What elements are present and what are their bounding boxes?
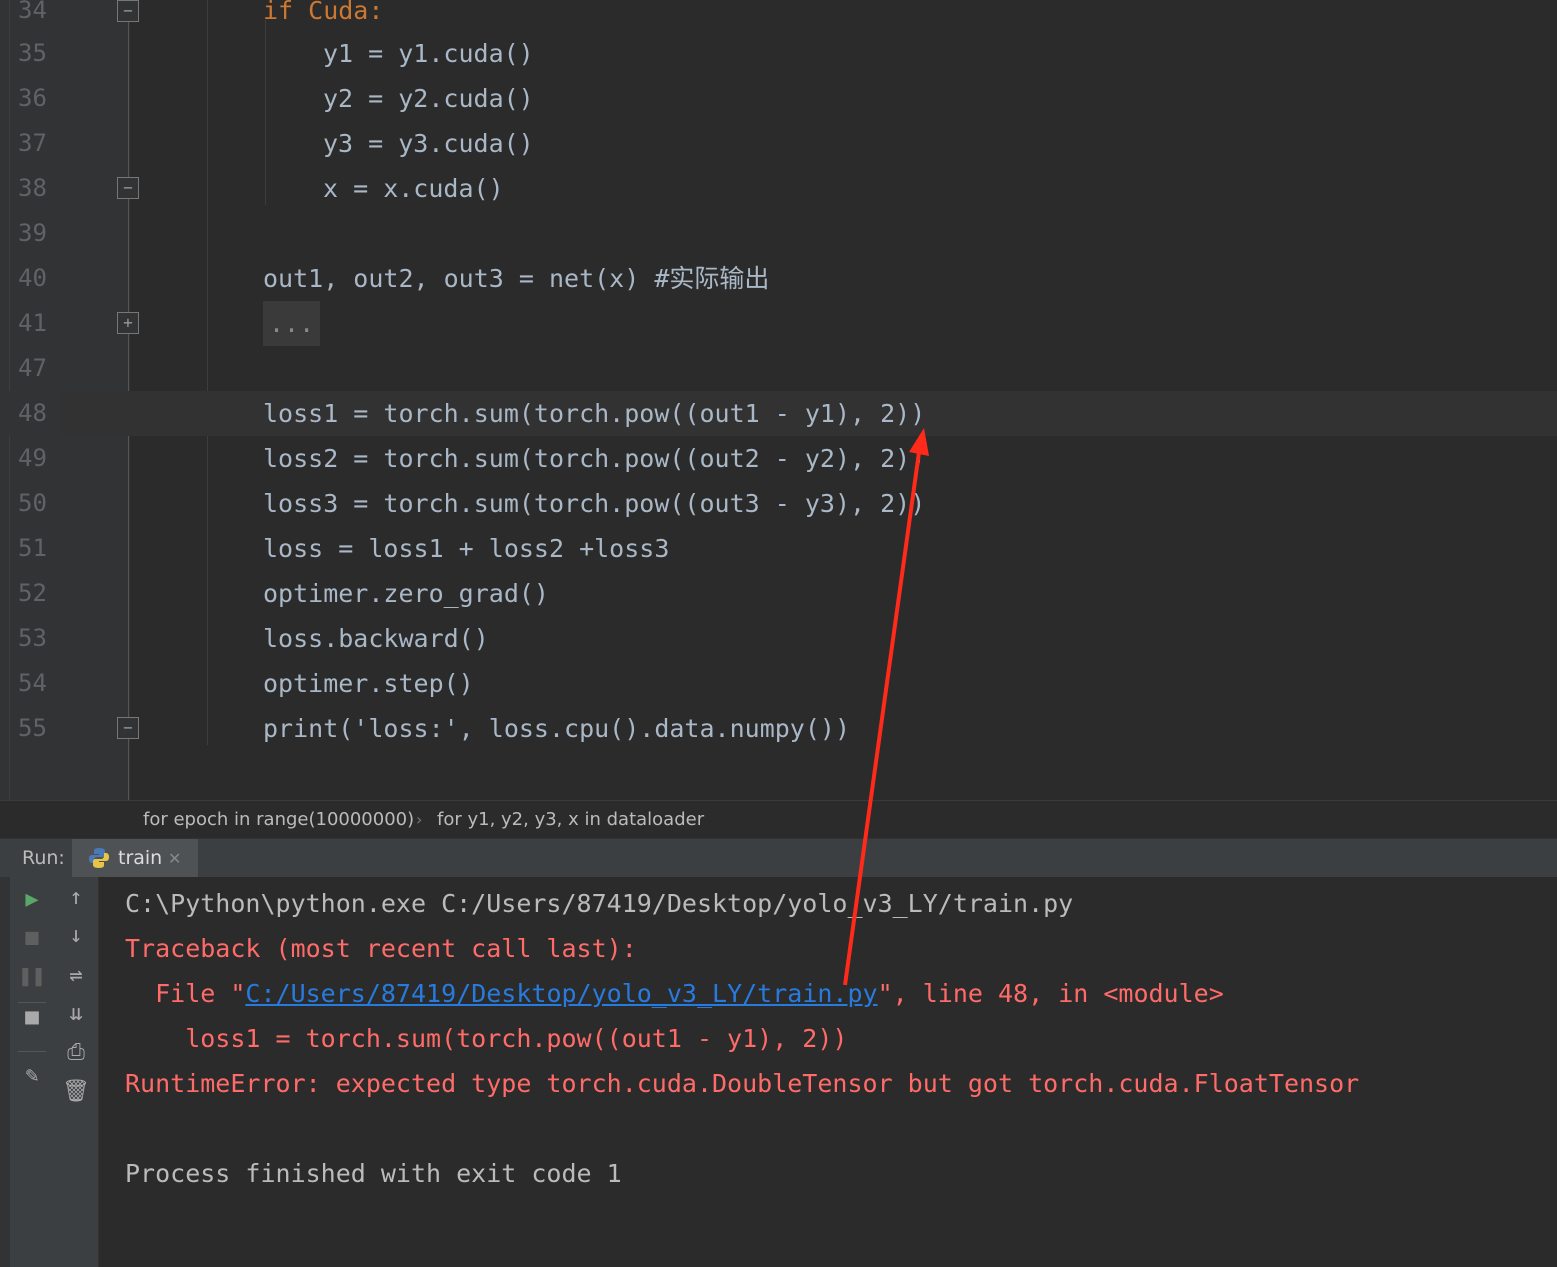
line-number: 51 <box>0 526 60 571</box>
console-traceback-header: Traceback (most recent call last): <box>125 926 637 971</box>
scroll-to-end-icon[interactable]: ⇊ <box>61 999 91 1029</box>
code-line-current[interactable]: 48 loss1 = torch.sum(torch.pow((out1 - y… <box>0 391 1557 436</box>
code-editor[interactable]: 34 − if Cuda: 35 y1 = y1.cuda() 36 y2 = … <box>0 0 1557 800</box>
code-line[interactable]: 47 <box>0 346 1557 391</box>
console-traceback-code: loss1 = torch.sum(torch.pow((out1 - y1),… <box>125 1016 847 1061</box>
python-icon <box>88 847 110 869</box>
code-text: optimer.zero_grad() <box>263 571 549 616</box>
line-number: 40 <box>0 256 60 301</box>
code-text: y3 = y3.cuda() <box>323 121 534 166</box>
breadcrumb-item-epoch-loop[interactable]: for epoch in range(10000000) <box>143 801 414 839</box>
line-number: 49 <box>0 436 60 481</box>
line-number: 54 <box>0 661 60 706</box>
close-icon[interactable]: ✕ <box>168 839 181 878</box>
code-text: loss.backward() <box>263 616 489 661</box>
traceback-file-suffix: ", line 48, in <module> <box>878 979 1224 1008</box>
folded-code-placeholder[interactable]: ... <box>263 301 320 346</box>
line-number: 37 <box>0 121 60 166</box>
code-line[interactable]: 39 <box>0 211 1557 256</box>
code-line[interactable]: 52 optimer.zero_grad() <box>0 571 1557 616</box>
code-line[interactable]: 35 y1 = y1.cuda() <box>0 31 1557 76</box>
line-number: 39 <box>0 211 60 256</box>
code-text: loss1 = torch.sum(torch.pow((out1 - y1),… <box>263 391 925 436</box>
run-toolbar-secondary: ↑ ↓ ⇌ ⇊ ⎙ 🗑 <box>54 877 99 1267</box>
run-tool-window-header: Run: train ✕ <box>0 838 1557 878</box>
code-line[interactable]: 34 − if Cuda: <box>0 0 1557 33</box>
fold-collapse-icon[interactable]: − <box>117 0 139 22</box>
line-number: 34 <box>0 0 60 33</box>
code-line[interactable]: 40 out1, out2, out3 = net(x) #实际输出 <box>0 256 1557 301</box>
code-line[interactable]: 37 y3 = y3.cuda() <box>0 121 1557 166</box>
console-process-finished: Process finished with exit code 1 <box>125 1151 622 1196</box>
traceback-file-prefix: File " <box>125 979 245 1008</box>
pause-icon[interactable]: ❚❚ <box>17 962 47 992</box>
code-text: loss2 = torch.sum(torch.pow((out2 - y2),… <box>263 436 925 481</box>
line-number: 52 <box>0 571 60 616</box>
code-line[interactable]: 50 loss3 = torch.sum(torch.pow((out3 - y… <box>0 481 1557 526</box>
code-line[interactable]: 55 − print('loss:', loss.cpu().data.nump… <box>0 706 1557 751</box>
line-number: 48 <box>0 391 60 436</box>
code-line[interactable]: 38 − x = x.cuda() <box>0 166 1557 211</box>
code-line[interactable]: 54 optimer.step() <box>0 661 1557 706</box>
code-text: y2 = y2.cuda() <box>323 76 534 121</box>
line-number: 41 <box>0 301 60 346</box>
console-runtime-error: RuntimeError: expected type torch.cuda.D… <box>125 1061 1359 1106</box>
code-text: if Cuda: <box>263 0 383 33</box>
stop-icon[interactable]: ■ <box>17 923 47 953</box>
layout-icon[interactable]: ▀ <box>17 1011 47 1041</box>
code-line[interactable]: 49 loss2 = torch.sum(torch.pow((out2 - y… <box>0 436 1557 481</box>
scroll-down-icon[interactable]: ↓ <box>61 921 91 951</box>
fold-end-icon[interactable]: − <box>117 177 139 199</box>
rerun-icon[interactable]: ▶ <box>17 885 47 915</box>
soft-wrap-icon[interactable]: ⇌ <box>61 961 91 991</box>
line-number: 47 <box>0 346 60 391</box>
run-label: Run: <box>22 839 65 878</box>
code-text: optimer.step() <box>263 661 474 706</box>
fold-end-icon[interactable]: − <box>117 717 139 739</box>
code-text: loss3 = torch.sum(torch.pow((out3 - y3),… <box>263 481 925 526</box>
run-tab-label: train <box>118 839 162 878</box>
line-number: 38 <box>0 166 60 211</box>
console-command-line: C:\Python\python.exe C:/Users/87419/Desk… <box>125 881 1073 926</box>
line-number: 50 <box>0 481 60 526</box>
breadcrumb-item-dataloader-loop[interactable]: for y1, y2, y3, x in dataloader <box>437 801 704 839</box>
run-tab-train[interactable]: train ✕ <box>72 839 198 878</box>
code-text: loss = loss1 + loss2 +loss3 <box>263 526 669 571</box>
code-line[interactable]: 41 + ... <box>0 301 1557 346</box>
line-number: 53 <box>0 616 60 661</box>
run-console[interactable]: C:\Python\python.exe C:/Users/87419/Desk… <box>0 877 1557 1267</box>
trash-icon[interactable]: 🗑 <box>61 1077 91 1107</box>
print-icon[interactable]: ⎙ <box>61 1038 91 1068</box>
chevron-right-icon: › <box>416 801 422 839</box>
code-text: y1 = y1.cuda() <box>323 31 534 76</box>
code-line[interactable]: 53 loss.backward() <box>0 616 1557 661</box>
code-text: x = x.cuda() <box>323 166 504 211</box>
pin-icon[interactable]: ✎ <box>17 1061 47 1091</box>
line-number: 55 <box>0 706 60 751</box>
code-line[interactable]: 51 loss = loss1 + loss2 +loss3 <box>0 526 1557 571</box>
run-toolbar-primary: ▶ ■ ❚❚ ▀ ✎ <box>10 877 54 1267</box>
console-traceback-file-line: File "C:/Users/87419/Desktop/yolo_v3_LY/… <box>125 971 1224 1016</box>
code-text: print('loss:', loss.cpu().data.numpy()) <box>263 706 850 751</box>
traceback-file-link[interactable]: C:/Users/87419/Desktop/yolo_v3_LY/train.… <box>245 979 877 1008</box>
line-number: 36 <box>0 76 60 121</box>
line-number: 35 <box>0 31 60 76</box>
scroll-up-icon[interactable]: ↑ <box>61 883 91 913</box>
code-line[interactable]: 36 y2 = y2.cuda() <box>0 76 1557 121</box>
fold-expand-icon[interactable]: + <box>117 312 139 334</box>
code-text: out1, out2, out3 = net(x) #实际输出 <box>263 256 769 301</box>
breadcrumb: for epoch in range(10000000) › for y1, y… <box>0 800 1557 839</box>
